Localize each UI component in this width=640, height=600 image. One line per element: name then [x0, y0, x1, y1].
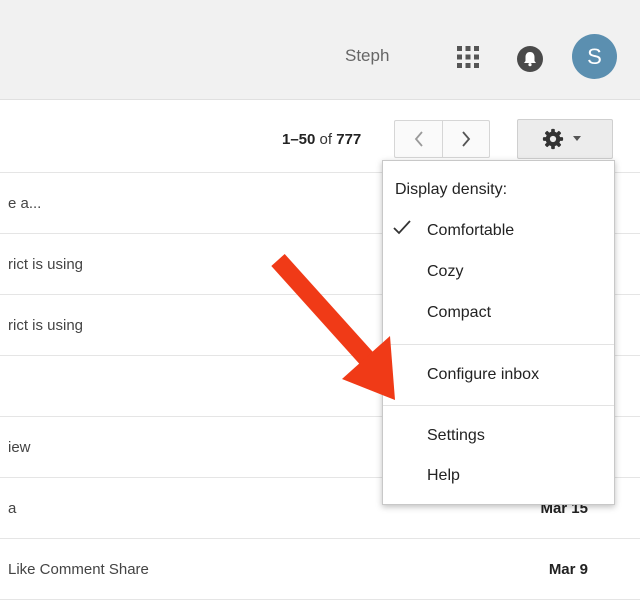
apps-grid-icon[interactable]	[456, 45, 480, 69]
pagination-range: 1–50	[282, 131, 316, 148]
email-snippet: e a...	[8, 195, 42, 212]
red-arrow-annotation	[271, 253, 395, 400]
avatar-letter: S	[587, 43, 602, 69]
chevron-right-icon	[461, 131, 470, 147]
menu-item-cozy[interactable]: Cozy	[427, 263, 463, 281]
menu-divider	[383, 344, 614, 345]
gear-icon	[542, 128, 564, 150]
bell-icon[interactable]	[516, 45, 544, 73]
checkmark-icon	[393, 220, 411, 235]
email-snippet: rict is using	[8, 256, 84, 273]
top-header: Steph S	[0, 0, 640, 100]
account-name[interactable]: Steph	[345, 46, 389, 66]
email-snippet: rict is using	[8, 317, 84, 334]
display-density-heading: Display density:	[395, 181, 508, 198]
pagination-of: of	[319, 131, 333, 148]
previous-page-button[interactable]	[395, 121, 443, 157]
menu-item-configure-inbox[interactable]: Configure inbox	[427, 366, 539, 384]
email-snippet: Like Comment Share	[8, 561, 149, 578]
avatar[interactable]: S	[572, 34, 617, 79]
menu-item-compact[interactable]: Compact	[427, 304, 491, 322]
pager-buttons	[394, 120, 490, 158]
menu-divider	[383, 405, 614, 406]
settings-button[interactable]	[517, 119, 613, 159]
email-date: Mar 9	[548, 561, 588, 578]
next-page-button[interactable]	[442, 121, 489, 157]
settings-menu: Display density: Comfortable Cozy Compac…	[382, 160, 615, 505]
pagination-total: 777	[336, 131, 362, 148]
menu-item-settings[interactable]: Settings	[427, 427, 485, 445]
menu-item-comfortable[interactable]: Comfortable	[427, 222, 514, 240]
pagination-text: 1–50 of 777	[282, 131, 361, 148]
email-snippet: iew	[8, 439, 31, 456]
email-row[interactable]: Like Comment Share Mar 9	[0, 539, 640, 600]
email-snippet: a	[8, 500, 17, 517]
chevron-left-icon	[414, 131, 423, 147]
menu-item-help[interactable]: Help	[427, 467, 460, 485]
caret-down-icon	[573, 136, 581, 141]
